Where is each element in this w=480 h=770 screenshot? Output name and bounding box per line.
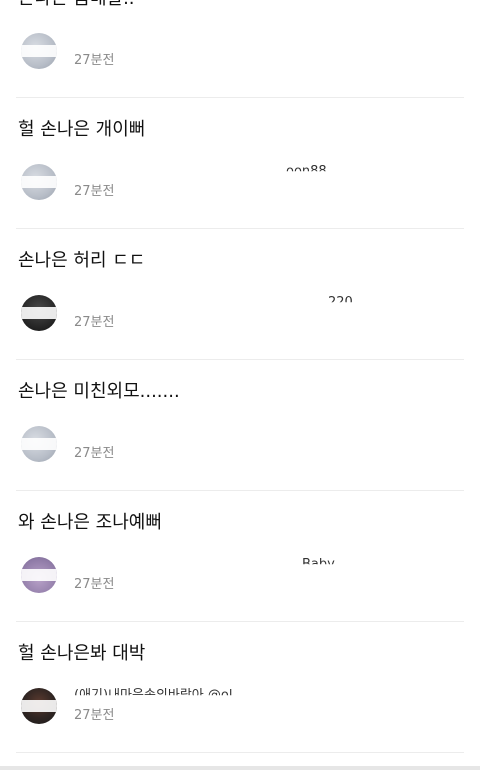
post-title[interactable]: 손나은 미친외모.......	[18, 380, 180, 404]
post-item[interactable]: 와 손나은 조나예뻐 Baby 27분전	[16, 491, 464, 622]
post-author-row: 220 27분전	[16, 289, 464, 337]
author-name[interactable]: (애기)내마음속의바람아 @ol	[74, 688, 232, 695]
post-time: 27분전	[74, 315, 115, 330]
post-item[interactable]: 손나은 허리 ㄷㄷ 220 27분전	[16, 229, 464, 360]
author-avatar[interactable]	[21, 426, 57, 462]
post-author-row: Baby 27분전	[16, 551, 464, 599]
post-item[interactable]: 헐 손나은 개이뻐 oon88 27분전	[16, 98, 464, 229]
post-feed: 손나은 몸매갈.. 27분전 헐 손나은 개이뻐 oon88 27분전 손나은 …	[0, 0, 480, 770]
post-title[interactable]: 손나은 몸매갈..	[18, 0, 135, 11]
post-time: 27분전	[74, 446, 115, 461]
post-time: 27분전	[74, 184, 115, 199]
bottom-divider	[0, 766, 480, 770]
author-avatar[interactable]	[21, 295, 57, 331]
post-item[interactable]: 헐 손나은봐 대박 (애기)내마음속의바람아 @ol 27분전	[16, 622, 464, 753]
post-time: 27분전	[74, 708, 115, 723]
author-name[interactable]: oon88	[286, 164, 327, 171]
author-avatar[interactable]	[21, 557, 57, 593]
post-time: 27분전	[74, 577, 115, 592]
post-author-row: (애기)내마음속의바람아 @ol 27분전	[16, 682, 464, 730]
post-item[interactable]: 손나은 몸매갈.. 27분전	[16, 0, 464, 98]
post-title[interactable]: 손나은 허리 ㄷㄷ	[18, 249, 145, 273]
author-avatar[interactable]	[21, 688, 57, 724]
post-author-row: 27분전	[16, 27, 464, 75]
post-time: 27분전	[74, 53, 115, 68]
author-avatar[interactable]	[21, 164, 57, 200]
post-title[interactable]: 헐 손나은 개이뻐	[18, 118, 145, 142]
post-author-row: oon88 27분전	[16, 158, 464, 206]
post-title[interactable]: 와 손나은 조나예뻐	[18, 511, 162, 535]
post-author-row: 27분전	[16, 420, 464, 468]
post-item[interactable]: 손나은 미친외모....... 27분전	[16, 360, 464, 491]
post-title[interactable]: 헐 손나은봐 대박	[18, 642, 145, 666]
author-name[interactable]: 220	[328, 295, 353, 302]
author-avatar[interactable]	[21, 33, 57, 69]
author-name[interactable]: Baby	[302, 557, 335, 564]
